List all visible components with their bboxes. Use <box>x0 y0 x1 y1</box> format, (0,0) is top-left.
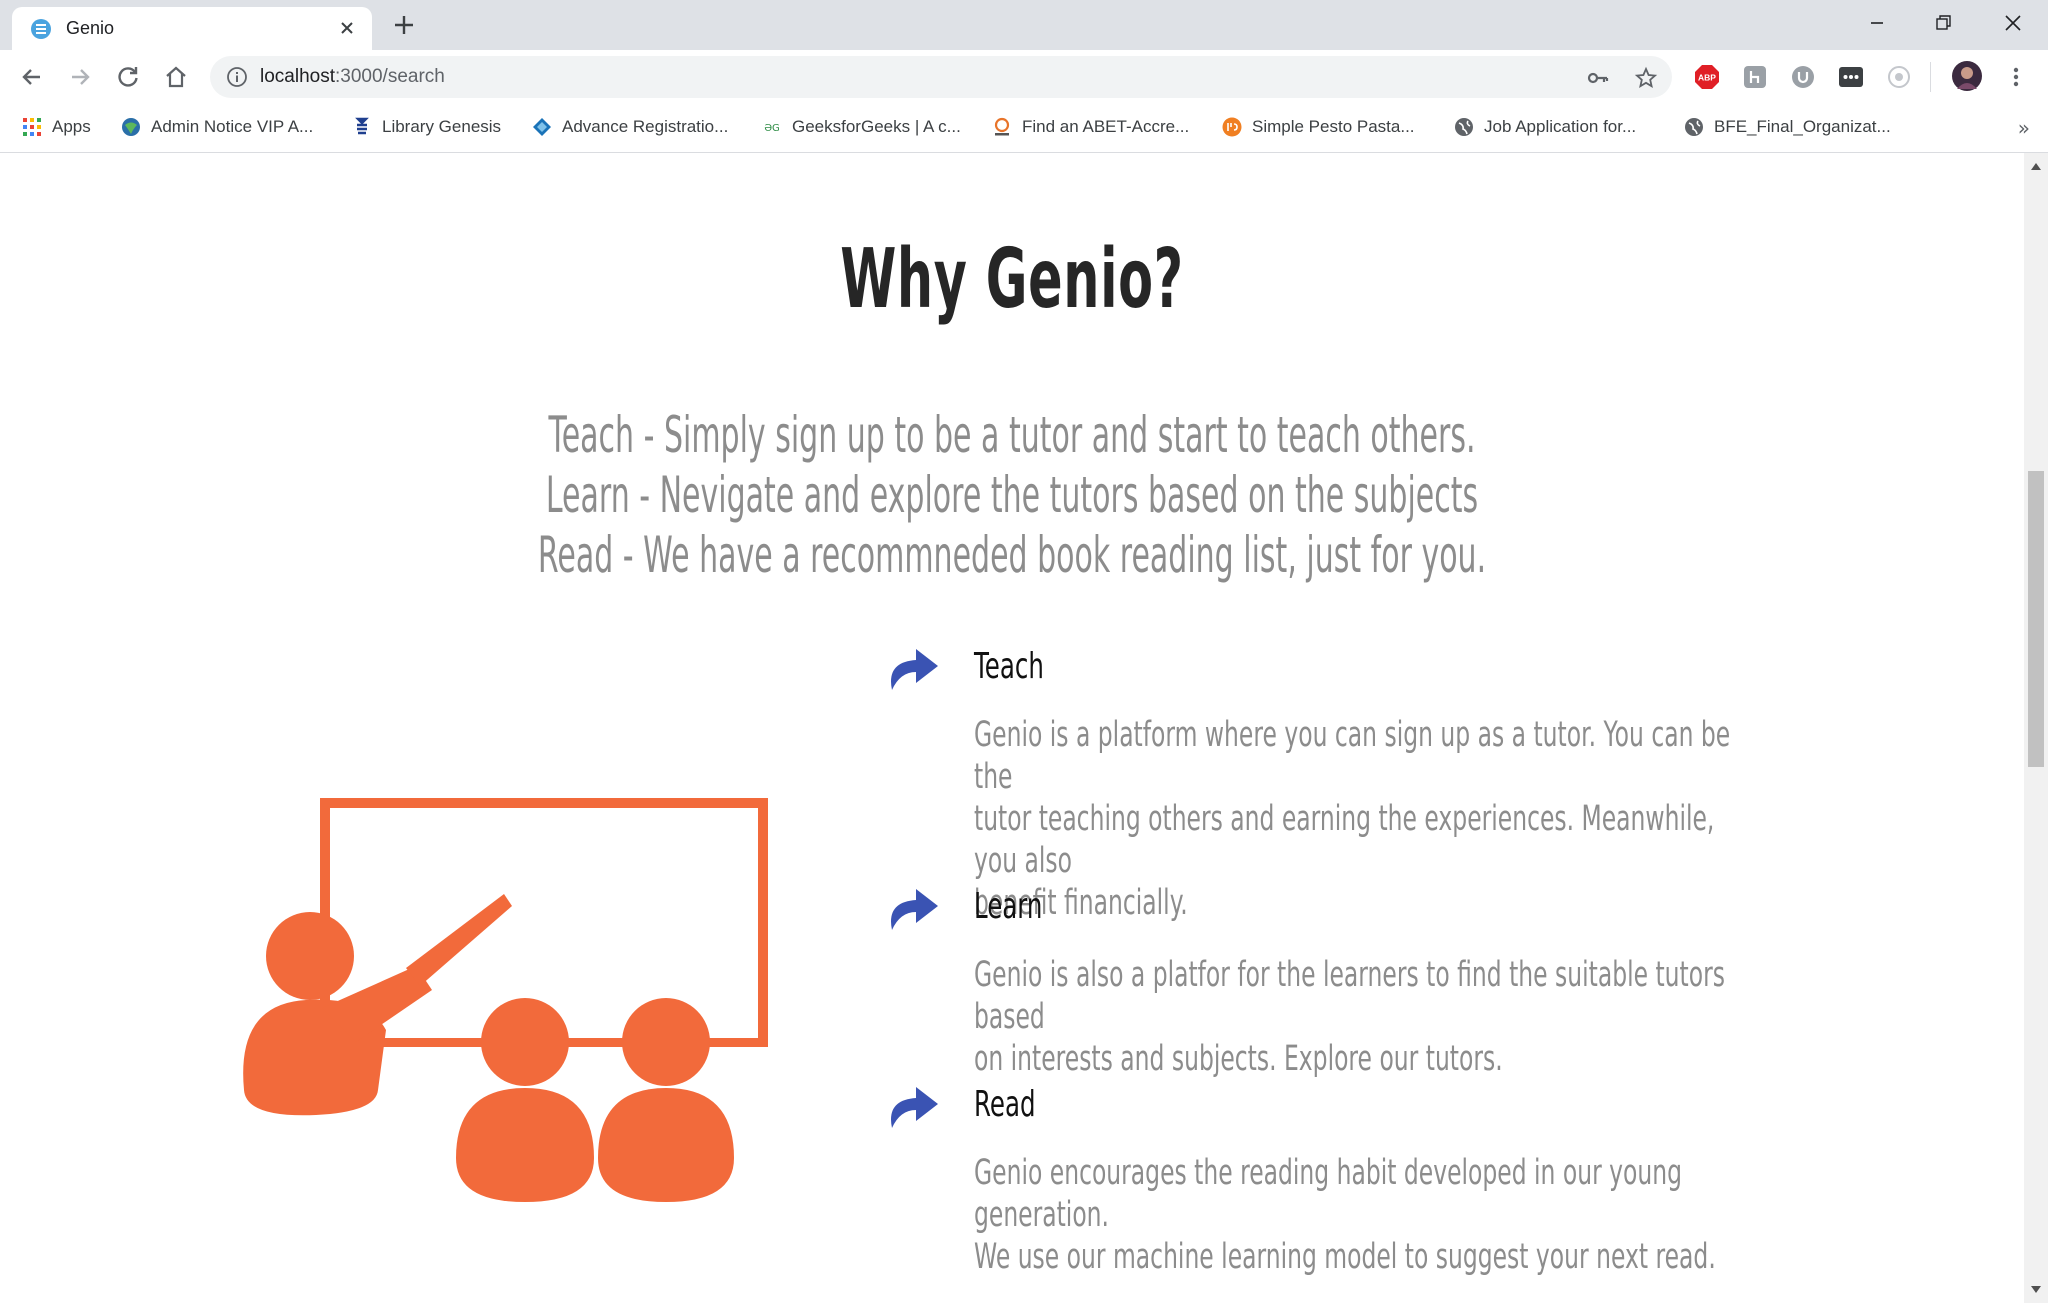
feature-description-line: tutor teaching others and earning the ex… <box>974 799 1715 881</box>
scroll-thumb[interactable] <box>2028 471 2044 767</box>
feature-title: Learn <box>974 886 1043 927</box>
profile-avatar-icon[interactable] <box>1952 61 1982 91</box>
feature-description: Genio is a platform where you can sign u… <box>974 714 1765 924</box>
library-icon <box>355 117 369 135</box>
abet-icon <box>994 117 1010 136</box>
bookmark-star-icon[interactable] <box>1634 66 1658 90</box>
bookmark-geeksforgeeks[interactable]: ƏG GeeksforGeeks | A c... <box>762 114 961 140</box>
feature-description: Genio encourages the reading habit devel… <box>974 1152 1765 1278</box>
address-bar[interactable]: localhost:3000/search <box>210 56 1672 98</box>
new-tab-icon[interactable] <box>391 12 417 38</box>
toolbar-separator <box>1930 62 1931 92</box>
bookmark-job-application[interactable]: Job Application for... <box>1454 114 1636 140</box>
feature-description-line: Genio encourages the reading habit devel… <box>974 1153 1683 1235</box>
feature-description-line: We use our machine learning model to sug… <box>974 1237 1716 1277</box>
share-arrow-icon <box>891 1087 938 1128</box>
bookmark-admin-notice[interactable]: Admin Notice VIP A... <box>121 114 313 140</box>
abp-label: ABP <box>1698 73 1716 83</box>
chrome-divider <box>0 152 2048 153</box>
extension-eye-icon[interactable] <box>1886 64 1912 90</box>
scroll-up-arrow-icon[interactable] <box>2030 161 2042 171</box>
password-manager-icon[interactable] <box>1838 64 1864 90</box>
url-host: localhost <box>260 66 335 87</box>
bookmark-label: Find an ABET-Accre... <box>1022 117 1190 136</box>
globe-icon <box>122 118 140 136</box>
share-arrow-icon <box>891 889 938 930</box>
minimize-window-icon[interactable] <box>1860 8 1894 38</box>
bookmark-pesto-pasta[interactable]: Simple Pesto Pasta... <box>1222 114 1415 140</box>
bookmark-label: Admin Notice VIP A... <box>151 117 314 136</box>
feature-description-line: Genio is a platform where you can sign u… <box>974 715 1731 797</box>
registration-icon <box>533 118 551 136</box>
bookmark-library-genesis[interactable]: Library Genesis <box>352 114 501 140</box>
adblock-plus-icon[interactable]: ABP <box>1694 64 1720 90</box>
browser-titlebar: Genio <box>0 0 2048 50</box>
bookmark-label: BFE_Final_Organizat... <box>1714 117 1891 136</box>
recipe-icon <box>1222 117 1242 137</box>
close-tab-icon[interactable] <box>336 17 358 39</box>
reload-icon[interactable] <box>114 63 142 91</box>
feature-description-line: benefit financially. <box>974 883 1188 923</box>
genio-favicon-icon <box>31 19 51 39</box>
more-bookmarks-chevron-icon[interactable]: » <box>2018 116 2030 140</box>
globe-icon <box>1455 118 1473 136</box>
close-window-icon[interactable] <box>1996 8 2030 38</box>
feature-title: Teach <box>974 646 1044 687</box>
share-arrow-icon <box>891 649 938 690</box>
geeksforgeeks-icon: ƏG <box>764 123 780 134</box>
key-icon[interactable] <box>1586 66 1610 90</box>
site-info-icon[interactable] <box>226 66 248 88</box>
url-path: :3000/search <box>335 66 445 87</box>
bookmarks-bar: Apps Admin Notice VIP A... Library Genes… <box>0 104 2048 150</box>
extension-h-icon[interactable] <box>1742 64 1768 90</box>
feature-description: Genio is also a platfor for the learners… <box>974 954 1765 1080</box>
url-text[interactable]: localhost:3000/search <box>260 66 445 88</box>
back-arrow-icon[interactable] <box>18 63 46 91</box>
apps-grid-icon <box>23 118 41 136</box>
bookmark-label: Library Genesis <box>382 117 502 136</box>
bookmark-apps[interactable]: Apps <box>22 114 91 140</box>
globe-icon <box>1685 118 1703 136</box>
intro-line-read: Read - We have a recommneded book readin… <box>537 526 1487 584</box>
browser-menu-icon[interactable] <box>2003 64 2029 90</box>
bookmark-abet[interactable]: Find an ABET-Accre... <box>992 114 1189 140</box>
teacher-classroom-illustration-icon <box>243 798 768 1202</box>
svg-text:ƏG: ƏG <box>764 123 780 134</box>
restore-window-icon[interactable] <box>1926 8 1960 38</box>
browser-tab[interactable]: Genio <box>12 7 372 50</box>
bookmark-label: GeeksforGeeks | A c... <box>792 117 961 136</box>
extension-u-icon[interactable] <box>1790 64 1816 90</box>
feature-description-line: Genio is also a platfor for the learners… <box>974 955 1725 1037</box>
feature-description-line: on interests and subjects. Explore our t… <box>974 1039 1503 1079</box>
forward-arrow-icon[interactable] <box>66 63 94 91</box>
bookmark-advance-registration[interactable]: Advance Registratio... <box>532 114 728 140</box>
feature-title: Read <box>974 1084 1036 1125</box>
bookmark-label: Job Application for... <box>1484 117 1637 136</box>
intro-line-teach: Teach - Simply sign up to be a tutor and… <box>548 406 1476 464</box>
home-icon[interactable] <box>162 63 190 91</box>
tab-title: Genio <box>66 18 115 38</box>
bookmark-label: Advance Registratio... <box>562 117 729 136</box>
intro-text: Teach - Simply sign up to be a tutor and… <box>405 405 1619 585</box>
intro-line-learn: Learn - Nevigate and explore the tutors … <box>545 466 1479 524</box>
bookmark-bfe-final[interactable]: BFE_Final_Organizat... <box>1684 114 1891 140</box>
scroll-down-arrow-icon[interactable] <box>2030 1285 2042 1295</box>
page-title: Why Genio? <box>840 232 1184 327</box>
page-scrollbar[interactable] <box>2024 153 2048 1303</box>
bookmark-label: Apps <box>52 117 91 136</box>
bookmark-label: Simple Pesto Pasta... <box>1252 117 1415 136</box>
